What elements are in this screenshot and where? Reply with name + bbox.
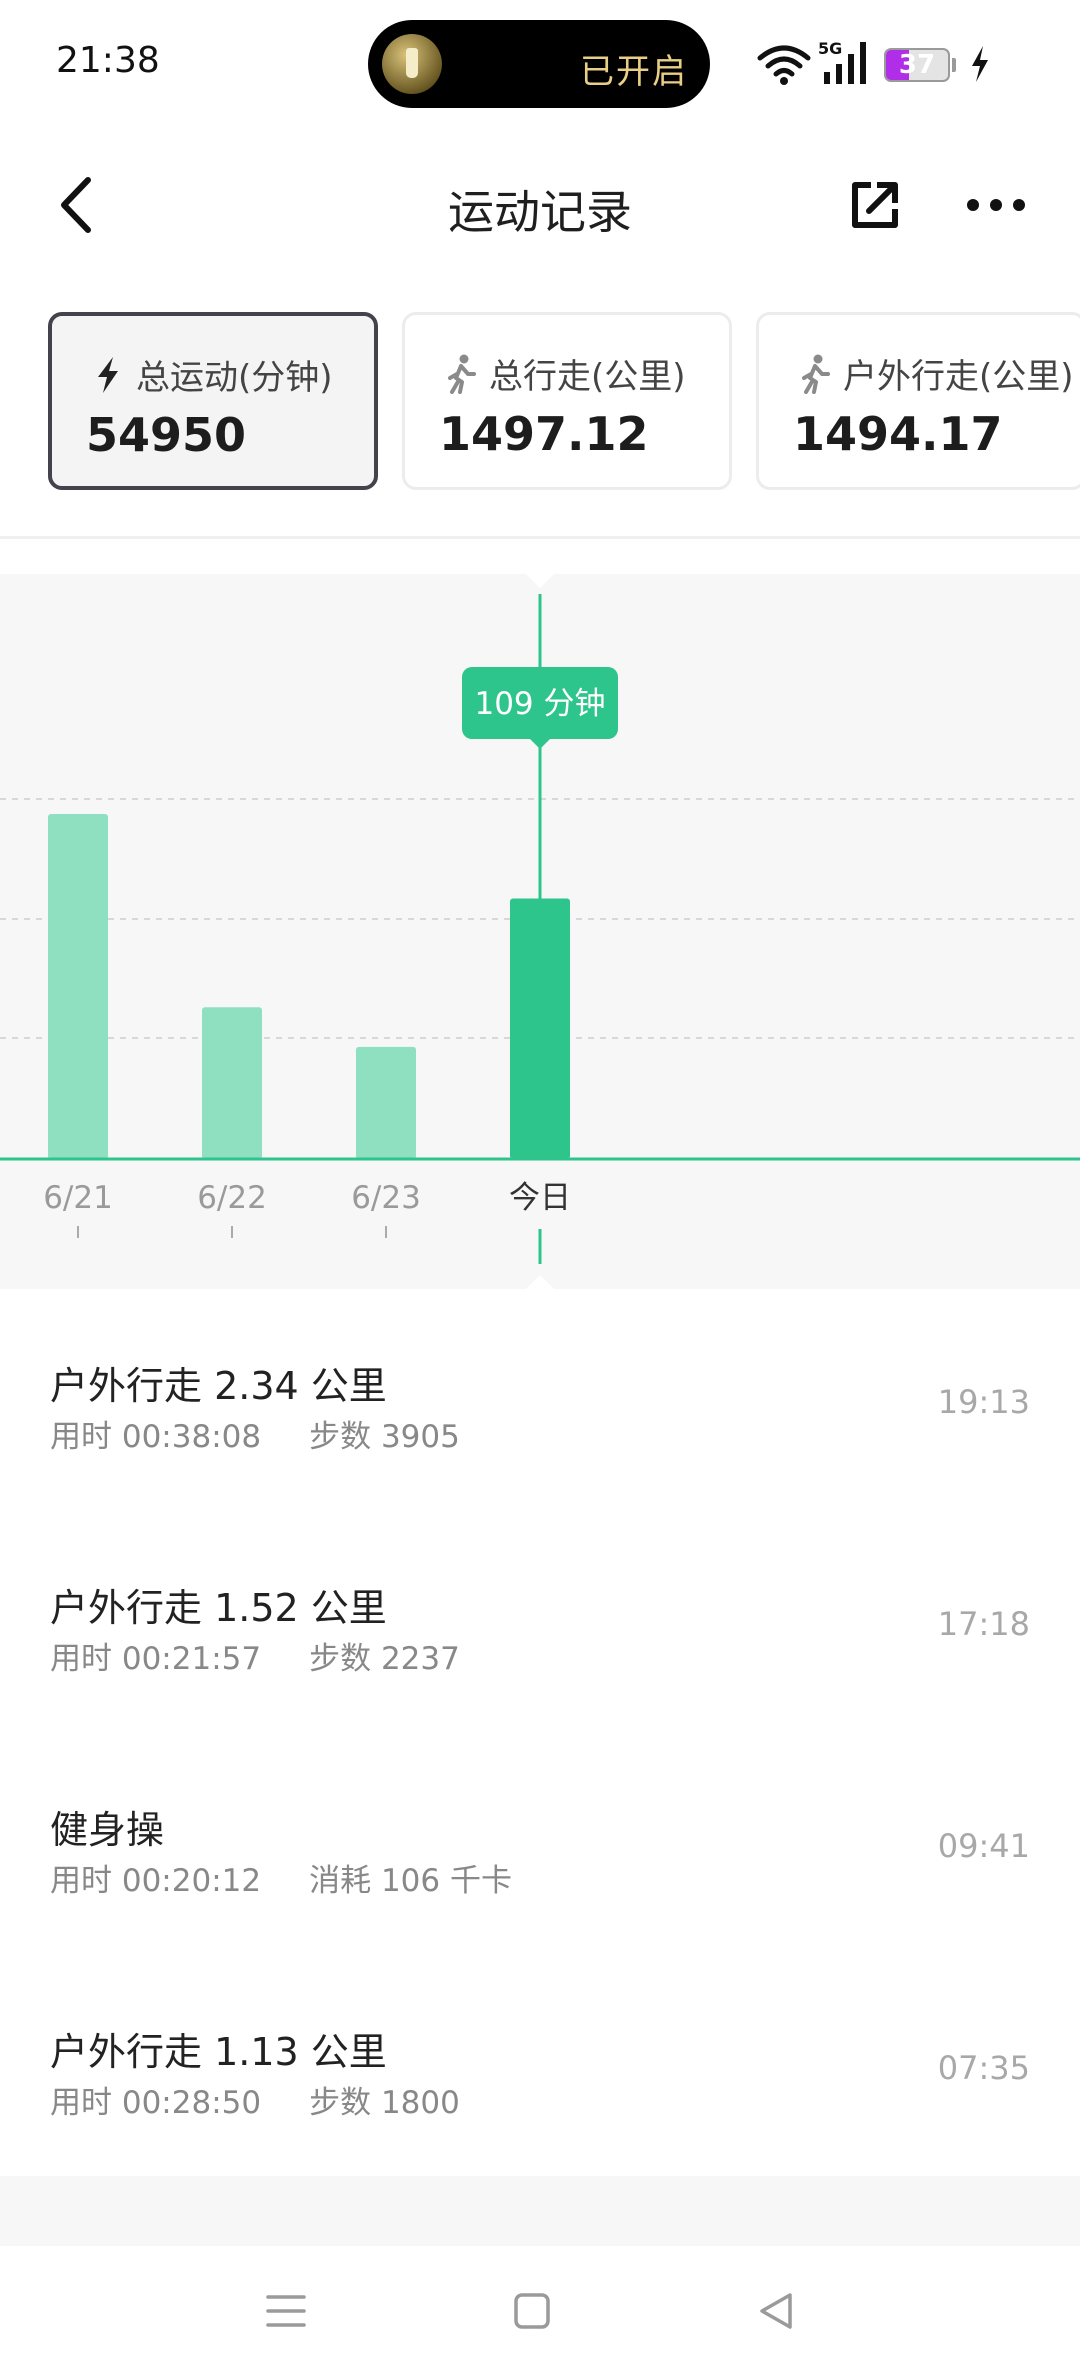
more-button[interactable] — [960, 172, 1032, 238]
stat-card-label: 户外行走(公里) — [843, 357, 1074, 397]
chart-bar[interactable] — [48, 814, 108, 1159]
status-icons: 5G 37 — [756, 38, 1036, 88]
chart-tick-label: 6/23 — [351, 1180, 421, 1216]
activity-title: 户外行走 2.34 公里 — [50, 1364, 387, 1408]
chart-tick-label: 6/22 — [197, 1180, 267, 1216]
back-button[interactable] — [46, 170, 106, 240]
charging-bolt-icon — [972, 46, 988, 82]
home-square-icon — [514, 2293, 550, 2329]
chart-tooltip-text: 109 分钟 — [474, 686, 605, 722]
chart-tooltip-pointer — [530, 739, 550, 749]
activity-meta: 用时 00:38:08 步数 3905 — [50, 1411, 460, 1456]
activity-time: 17:18 — [937, 1605, 1030, 1643]
app-screen: 21:38 已开启 5G 37 运动记录 总运动(分钟) 54950 总行走(公… — [0, 0, 1080, 2376]
bolt-icon — [88, 355, 128, 395]
stat-card-value: 54950 — [86, 408, 247, 462]
nav-menu-button[interactable] — [246, 2276, 326, 2346]
activity-title: 健身操 — [50, 1808, 165, 1852]
more-horizontal-icon — [967, 199, 1025, 211]
activity-item[interactable]: 户外行走 2.34 公里 用时 00:38:08 步数 3905 19:13 — [0, 1289, 1080, 1511]
activity-item[interactable]: 户外行走 1.52 公里 用时 00:21:57 步数 2237 17:18 — [0, 1511, 1080, 1733]
battery-cap — [952, 58, 956, 72]
chart-tick-label: 今日 — [509, 1180, 571, 1216]
status-time: 21:38 — [56, 40, 160, 81]
stat-card-total-exercise[interactable]: 总运动(分钟) 54950 — [48, 312, 378, 490]
selection-notch-bottom — [526, 1275, 554, 1289]
stat-card-label: 总运动(分钟) — [136, 358, 333, 398]
battery-icon: 37 — [884, 48, 950, 82]
chart-bar[interactable] — [356, 1046, 416, 1159]
activity-meta: 用时 00:28:50 步数 1800 — [50, 2077, 460, 2122]
chart-tick-label: 6/21 — [43, 1180, 113, 1216]
system-nav-bar — [0, 2246, 1080, 2376]
activity-item[interactable]: 户外行走 1.13 公里 用时 00:28:50 步数 1800 07:35 — [0, 1955, 1080, 2177]
activity-metric: 步数 1800 — [309, 2085, 460, 2121]
activity-time: 19:13 — [937, 1383, 1030, 1421]
activity-title: 户外行走 1.13 公里 — [50, 2030, 387, 2074]
network-type-label: 5G — [818, 39, 842, 58]
activity-time: 07:35 — [937, 2049, 1030, 2087]
activity-duration: 用时 00:21:57 — [50, 1641, 262, 1677]
stat-card-total-walk[interactable]: 总行走(公里) 1497.12 — [402, 312, 732, 490]
wifi-icon — [757, 45, 811, 85]
stat-cards: 总运动(分钟) 54950 总行走(公里) 1497.12 户外行走(公里) 1… — [0, 312, 1080, 492]
stat-card-label-row: 总行走(公里) — [441, 349, 686, 398]
status-bar: 21:38 已开启 5G 37 — [0, 0, 1080, 130]
stat-card-value: 1494.17 — [793, 407, 1003, 461]
walk-icon — [795, 354, 835, 394]
activity-duration: 用时 00:38:08 — [50, 1419, 262, 1455]
signal-icon: 5G — [818, 39, 866, 84]
activity-metric: 消耗 106 千卡 — [309, 1863, 512, 1899]
exercise-chart[interactable]: 6/21 6/22 6/23 今日 109 分钟 — [0, 574, 1080, 1289]
walk-icon — [441, 354, 481, 394]
back-triangle-icon — [760, 2293, 792, 2329]
page-title: 运动记录 — [448, 185, 632, 239]
stat-card-outdoor-walk[interactable]: 户外行走(公里) 1494.17 — [756, 312, 1080, 490]
activity-title: 户外行走 1.52 公里 — [50, 1586, 387, 1630]
bottom-spacer — [0, 2176, 1080, 2246]
chart-bar[interactable] — [202, 1007, 262, 1159]
island-status-text: 已开启 — [580, 52, 688, 92]
section-divider — [0, 536, 1080, 539]
activity-metric: 步数 3905 — [309, 1419, 460, 1455]
stat-card-label-row: 总运动(分钟) — [88, 350, 333, 399]
chart-svg: 6/21 6/22 6/23 今日 109 分钟 — [0, 574, 1080, 1289]
stat-card-value: 1497.12 — [439, 407, 649, 461]
share-button[interactable] — [842, 172, 908, 238]
nav-home-button[interactable] — [492, 2276, 572, 2346]
app-header: 运动记录 — [0, 150, 1080, 260]
activity-meta: 用时 00:20:12 消耗 106 千卡 — [50, 1855, 512, 1900]
stat-card-label-row: 户外行走(公里) — [795, 349, 1074, 398]
activity-time: 09:41 — [937, 1827, 1030, 1865]
activity-meta: 用时 00:21:57 步数 2237 — [50, 1633, 460, 1678]
battery-level: 37 — [898, 50, 936, 80]
stat-card-label: 总行走(公里) — [489, 357, 686, 397]
selection-notch-top — [526, 574, 554, 588]
activity-duration: 用时 00:28:50 — [50, 2085, 262, 2121]
flashlight-island[interactable]: 已开启 — [368, 20, 710, 108]
activity-list: 户外行走 2.34 公里 用时 00:38:08 步数 3905 19:13 户外… — [0, 1289, 1080, 2177]
activity-metric: 步数 2237 — [309, 1641, 460, 1677]
activity-duration: 用时 00:20:12 — [50, 1863, 262, 1899]
nav-back-button[interactable] — [736, 2276, 816, 2346]
activity-item[interactable]: 健身操 用时 00:20:12 消耗 106 千卡 09:41 — [0, 1733, 1080, 1955]
share-external-icon — [852, 182, 898, 228]
flashlight-icon — [382, 34, 442, 94]
chevron-left-icon — [61, 177, 91, 233]
menu-icon — [266, 2295, 306, 2327]
